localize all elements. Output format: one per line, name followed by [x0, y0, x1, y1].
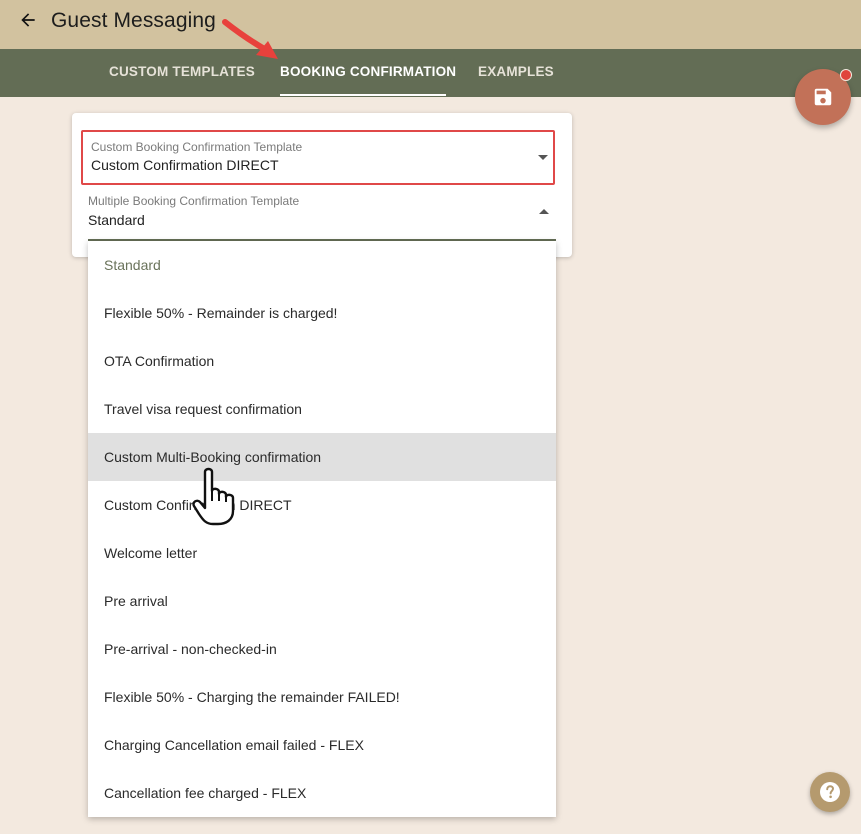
- caret-up-icon: [539, 209, 549, 214]
- dropdown-option[interactable]: Custom Confirmation DIRECT: [88, 481, 556, 529]
- tab-examples[interactable]: EXAMPLES: [478, 49, 554, 97]
- multiple-booking-confirmation-select[interactable]: Multiple Booking Confirmation Template S…: [80, 192, 556, 240]
- template-dropdown-menu: Standard Flexible 50% - Remainder is cha…: [88, 241, 556, 817]
- tab-bar: CUSTOM TEMPLATES BOOKING CONFIRMATION EX…: [0, 49, 861, 97]
- dropdown-option[interactable]: Flexible 50% - Remainder is charged!: [88, 289, 556, 337]
- active-tab-indicator: [280, 94, 446, 96]
- tab-booking-confirmation[interactable]: BOOKING CONFIRMATION: [280, 49, 456, 97]
- custom-booking-confirmation-select[interactable]: Custom Booking Confirmation Template Cus…: [81, 130, 555, 185]
- dropdown-option[interactable]: Custom Multi-Booking confirmation: [88, 433, 556, 481]
- back-button[interactable]: [14, 6, 42, 34]
- notification-badge: [840, 69, 852, 81]
- dropdown-option[interactable]: Standard: [88, 241, 556, 289]
- multiple-booking-confirmation-label: Multiple Booking Confirmation Template: [88, 194, 300, 208]
- save-icon: [814, 88, 832, 106]
- page-title: Guest Messaging: [51, 9, 216, 32]
- help-icon: [820, 782, 840, 802]
- dropdown-option[interactable]: Travel visa request confirmation: [88, 385, 556, 433]
- caret-down-icon: [538, 155, 548, 160]
- dropdown-option[interactable]: Pre-arrival - non-checked-in: [88, 625, 556, 673]
- custom-booking-confirmation-value: Custom Confirmation DIRECT: [91, 157, 279, 173]
- dropdown-option[interactable]: Charging Cancellation email failed - FLE…: [88, 721, 556, 769]
- hand-cursor-icon: [192, 467, 235, 526]
- dropdown-option[interactable]: Pre arrival: [88, 577, 556, 625]
- custom-booking-confirmation-label: Custom Booking Confirmation Template: [91, 140, 303, 154]
- arrow-left-icon: [21, 13, 35, 27]
- multiple-booking-confirmation-value: Standard: [88, 212, 145, 228]
- dropdown-option[interactable]: OTA Confirmation: [88, 337, 556, 385]
- dropdown-option[interactable]: Welcome letter: [88, 529, 556, 577]
- help-button[interactable]: [810, 772, 850, 812]
- dropdown-option[interactable]: Cancellation fee charged - FLEX: [88, 769, 556, 817]
- dropdown-option[interactable]: Flexible 50% - Charging the remainder FA…: [88, 673, 556, 721]
- annotation-arrow-icon: [222, 19, 278, 59]
